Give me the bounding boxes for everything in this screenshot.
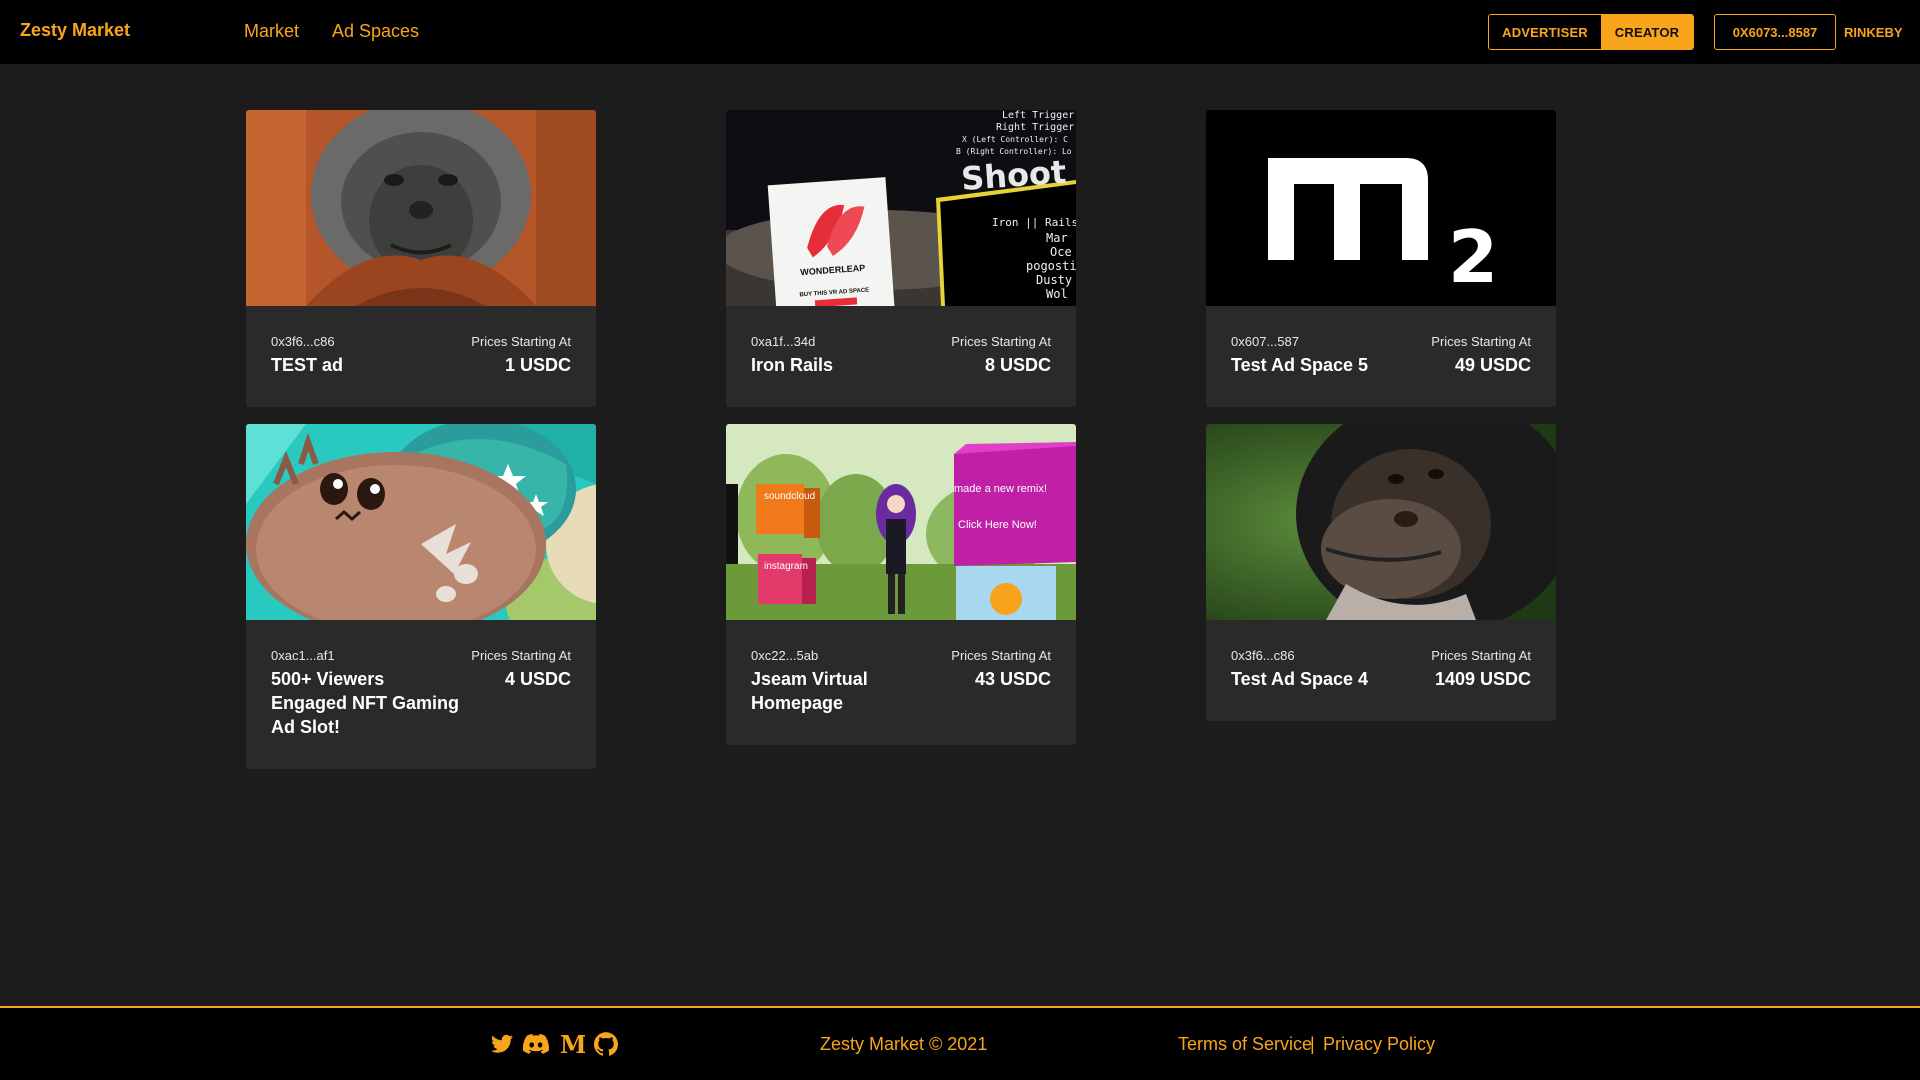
vr-board-text: Dusty — [1036, 273, 1072, 287]
price-label: Prices Starting At — [1431, 648, 1531, 663]
card-owner-address: 0x3f6...c86 — [1231, 648, 1295, 663]
card-info: 0xac1...af1 500+ Viewers Engaged NFT Gam… — [246, 620, 596, 769]
card-title: 500+ Viewers Engaged NFT Gaming Ad Slot! — [271, 669, 460, 737]
brand-logo[interactable]: Zesty Market — [20, 20, 130, 41]
ad-space-card[interactable]: 2 0x607...587 Test Ad Space 5 Prices Sta… — [1206, 110, 1556, 407]
card-info: 0xc22...5ab Jseam Virtual Homepage Price… — [726, 620, 1076, 745]
card-title: Test Ad Space 5 — [1231, 355, 1369, 375]
m2-logo-image: 2 — [1206, 110, 1556, 306]
card-owner-address: 0xac1...af1 — [271, 648, 335, 663]
ad-space-card[interactable]: WONDERLEAP BUY THIS VR AD SPACE Shoot Le… — [726, 110, 1076, 407]
card-price: 43 USDC — [974, 669, 1051, 689]
vr-board-text: Iron || Rails M — [992, 216, 1076, 229]
price-label: Prices Starting At — [471, 648, 571, 663]
card-info: 0x3f6...c86 TEST ad Prices Starting At 1… — [246, 306, 596, 407]
price-label: Prices Starting At — [951, 648, 1051, 663]
price-label: Prices Starting At — [951, 334, 1051, 349]
card-title: TEST ad — [271, 355, 344, 375]
card-info: 0xa1f...34d Iron Rails Prices Starting A… — [726, 306, 1076, 407]
vr-board-text: B (Right Controller): Lo — [956, 147, 1072, 156]
network-label: RINKEBY — [1844, 25, 1903, 40]
card-title: Iron Rails — [751, 355, 834, 375]
twitter-icon[interactable] — [488, 1030, 516, 1058]
axie-creature-image — [246, 424, 596, 620]
card-price: 1409 USDC — [1434, 669, 1531, 689]
copyright-text: Zesty Market © 2021 — [820, 1034, 988, 1054]
card-owner-address: 0xc22...5ab — [751, 648, 819, 663]
vr-board-text: X (Left Controller): C — [962, 135, 1068, 144]
card-price: 49 USDC — [1454, 355, 1531, 375]
card-owner-address: 0x607...587 — [1231, 334, 1299, 349]
card-owner-address: 0xa1f...34d — [751, 334, 816, 349]
vr-board-text: Left Trigger: — [1002, 110, 1076, 121]
virtual-homepage-image: soundcloud instagram made a new remix! C… — [726, 424, 1076, 620]
vr-board-text: pogosti — [1026, 259, 1076, 273]
nav-ad-spaces[interactable]: Ad Spaces — [332, 21, 419, 42]
chimpanzee-image — [1206, 424, 1556, 620]
card-price: 8 USDC — [984, 355, 1051, 375]
card-price: 1 USDC — [504, 355, 571, 375]
m2-logo-subscript: 2 — [1448, 215, 1498, 299]
ad-space-card[interactable]: 0xac1...af1 500+ Viewers Engaged NFT Gam… — [246, 424, 596, 769]
medium-glyph: M — [560, 1033, 585, 1055]
card-title: Jseam Virtual Homepage — [751, 669, 868, 713]
remix-block: Click Here Now! — [958, 519, 1037, 531]
soundcloud-block: soundcloud — [764, 491, 815, 502]
price-label: Prices Starting At — [1431, 334, 1531, 349]
vr-board-text: Mar — [1046, 231, 1068, 245]
orangutan-image — [246, 110, 596, 306]
ad-space-card[interactable]: 0x3f6...c86 Test Ad Space 4 Prices Start… — [1206, 424, 1556, 721]
wallet-address-button[interactable]: 0X6073...8587 — [1714, 14, 1836, 50]
instagram-block: instagram — [764, 561, 808, 572]
creator-button[interactable]: CREATOR — [1601, 15, 1693, 49]
privacy-policy-link[interactable]: Privacy Policy — [1323, 1034, 1435, 1055]
vr-scene-image: WONDERLEAP BUY THIS VR AD SPACE Shoot Le… — [726, 110, 1076, 306]
vr-board-text: Wol — [1046, 287, 1068, 301]
price-label: Prices Starting At — [471, 334, 571, 349]
ad-space-card[interactable]: soundcloud instagram made a new remix! C… — [726, 424, 1076, 745]
footer: M Zesty Market © 2021 Terms of Service |… — [0, 1006, 1920, 1080]
ad-space-card[interactable]: 0x3f6...c86 TEST ad Prices Starting At 1… — [246, 110, 596, 407]
discord-icon[interactable] — [522, 1030, 550, 1058]
medium-icon[interactable]: M — [558, 1030, 586, 1058]
card-price: 4 USDC — [504, 669, 571, 689]
nav-market[interactable]: Market — [244, 21, 299, 42]
footer-separator: | — [1310, 1034, 1315, 1054]
top-navbar: Zesty Market Market Ad Spaces ADVERTISER… — [0, 0, 1920, 64]
vr-board-text: Oce — [1050, 245, 1072, 259]
m2-logo-mark — [1268, 158, 1428, 260]
vr-board-title: Shoot — [960, 153, 1067, 198]
github-icon[interactable] — [592, 1030, 620, 1058]
advertiser-button[interactable]: ADVERTISER — [1489, 15, 1601, 49]
card-info: 0x3f6...c86 Test Ad Space 4 Prices Start… — [1206, 620, 1556, 721]
vr-board-text: Right Trigger: — [996, 122, 1076, 133]
remix-block: made a new remix! — [954, 483, 1047, 495]
card-info: 0x607...587 Test Ad Space 5 Prices Start… — [1206, 306, 1556, 407]
card-title: Test Ad Space 4 — [1231, 669, 1369, 689]
role-toggle: ADVERTISER CREATOR — [1488, 14, 1694, 50]
terms-of-service-link[interactable]: Terms of Service — [1178, 1034, 1312, 1055]
card-owner-address: 0x3f6...c86 — [271, 334, 335, 349]
